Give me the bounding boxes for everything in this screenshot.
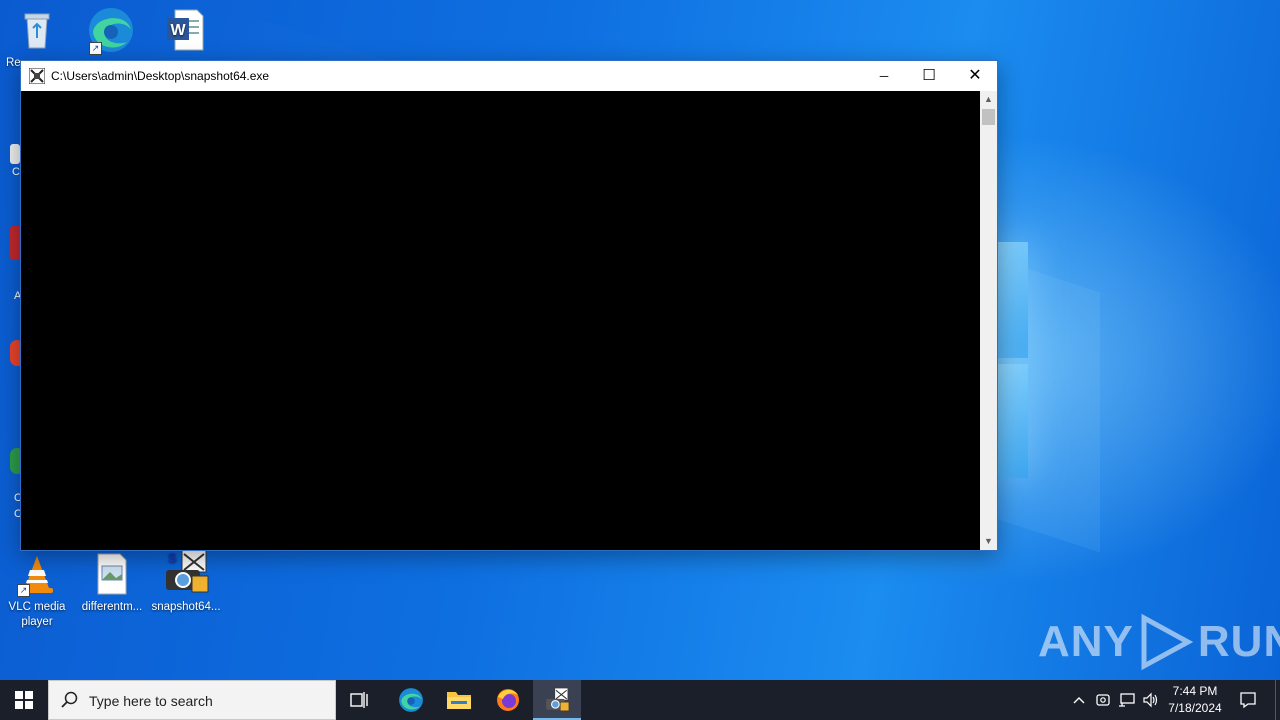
meet-now-icon (1096, 694, 1110, 706)
recycle-bin-icon (15, 8, 59, 52)
file-explorer-icon (447, 692, 471, 709)
window-title: C:\Users\admin\Desktop\snapshot64.exe (51, 69, 270, 83)
play-triangle-icon (1141, 613, 1194, 671)
image-file-icon (90, 552, 134, 596)
shortcut-arrow-icon: ↗ (89, 42, 102, 55)
edge-icon: ↗ (87, 6, 135, 55)
taskbar-edge-button[interactable] (387, 680, 435, 720)
volume-button[interactable] (1140, 680, 1162, 720)
scroll-up-button[interactable]: ▲ (980, 91, 997, 108)
vertical-scrollbar[interactable]: ▲ ▼ (980, 91, 997, 550)
scroll-thumb[interactable] (982, 109, 995, 125)
snapshot-app-icon: S (162, 548, 210, 596)
minimize-button[interactable]: ─ (861, 61, 907, 91)
desktop-icon-vlc[interactable]: ↗ VLC media player (0, 552, 74, 630)
clock-time: 7:44 PM (1172, 684, 1218, 698)
svg-text:W: W (170, 22, 186, 39)
anyrun-watermark: ANY RUN (1038, 612, 1280, 672)
desktop-icon-partial-label: C (12, 166, 20, 178)
desktop-icon-snapshot[interactable]: S snapshot64... (149, 548, 223, 615)
shortcut-arrow-icon: ↗ (17, 584, 30, 597)
meet-now-button[interactable] (1092, 680, 1114, 720)
taskbar-clock[interactable]: 7:44 PM 7/18/2024 (1162, 683, 1228, 717)
wallpaper-logo-pane (998, 364, 1028, 478)
watermark-text-right: RUN (1197, 617, 1280, 666)
scroll-down-button[interactable]: ▼ (980, 533, 997, 550)
desktop-icon-partial[interactable] (10, 144, 20, 164)
network-icon (1119, 693, 1135, 707)
desktop-icon-image-file[interactable]: differentm... (75, 552, 149, 615)
watermark-text-left: ANY (1038, 617, 1134, 666)
action-center-button[interactable] (1234, 680, 1262, 720)
svg-text:S: S (168, 550, 177, 565)
clock-date: 7/18/2024 (1168, 701, 1222, 715)
snapshot-app-icon (546, 687, 570, 712)
taskbar-search-box[interactable]: Type here to search (48, 680, 336, 720)
start-button[interactable] (0, 680, 48, 720)
taskbar-firefox-button[interactable] (484, 680, 532, 720)
edge-icon (399, 688, 423, 712)
console-output-area[interactable] (21, 91, 981, 550)
console-app-icon (28, 67, 46, 85)
task-view-icon (350, 692, 368, 708)
action-center-icon (1240, 692, 1256, 709)
taskbar-snapshot-button[interactable] (533, 680, 581, 720)
windows-logo-icon (15, 691, 33, 709)
wallpaper-logo-pane (998, 242, 1028, 358)
word-document-icon: W (163, 8, 207, 52)
search-icon (61, 691, 78, 708)
network-button[interactable] (1116, 680, 1138, 720)
desktop-icon-label: snapshot64... (151, 601, 221, 613)
volume-icon (1143, 692, 1158, 708)
search-placeholder: Type here to search (89, 693, 213, 709)
show-desktop-button[interactable] (1275, 680, 1280, 720)
desktop-icon-edge[interactable]: ↗ (74, 6, 148, 58)
show-hidden-icons-button[interactable] (1068, 680, 1090, 720)
close-button[interactable]: ✕ (952, 61, 998, 91)
console-window[interactable]: C:\Users\admin\Desktop\snapshot64.exe ─ … (20, 60, 998, 551)
vlc-icon: ↗ (15, 552, 59, 597)
task-view-button[interactable] (336, 680, 384, 720)
taskbar: Type here to search 7:44 PM 7/18/2024 (0, 680, 1280, 720)
window-titlebar[interactable]: C:\Users\admin\Desktop\snapshot64.exe ─ … (21, 61, 997, 91)
taskbar-file-explorer-button[interactable] (435, 680, 483, 720)
maximize-button[interactable]: ☐ (906, 61, 952, 91)
desktop-icon-word-document[interactable]: W (148, 8, 222, 56)
desktop-icon-label: differentm... (81, 601, 143, 613)
firefox-icon (497, 689, 519, 711)
desktop-icon-label: VLC media player (8, 601, 66, 628)
chevron-up-icon (1073, 697, 1085, 704)
